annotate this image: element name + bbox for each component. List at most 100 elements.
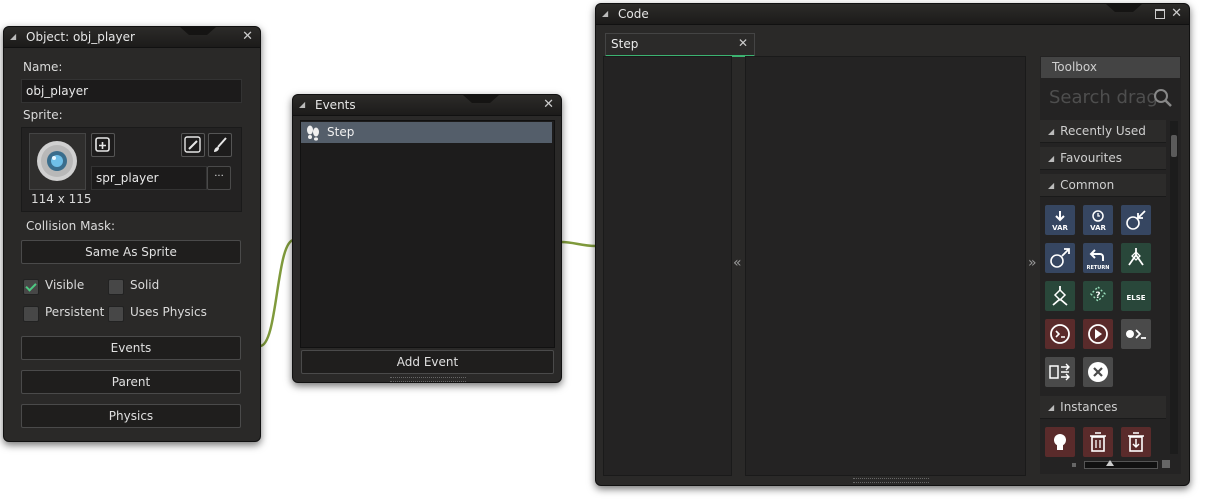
- titlebar-notch: [180, 27, 216, 35]
- return-icon[interactable]: RETURN: [1083, 243, 1113, 273]
- sprite-preview[interactable]: [29, 133, 86, 190]
- visible-checkbox[interactable]: [23, 279, 39, 295]
- instance-change-icon[interactable]: [1121, 427, 1151, 457]
- code-window-title: Code: [618, 7, 649, 21]
- persistent-label: Persistent: [45, 305, 105, 319]
- parent-button[interactable]: Parent: [21, 370, 241, 394]
- tab-step-label: Step: [611, 37, 639, 51]
- declare-var-icon[interactable]: VAR: [1045, 205, 1075, 235]
- edit-sprite-button[interactable]: [181, 133, 205, 157]
- close-icon[interactable]: ✕: [1171, 6, 1182, 21]
- tab-close-icon[interactable]: ✕: [738, 36, 748, 50]
- code-canvas[interactable]: [745, 56, 1026, 476]
- else-icon[interactable]: ELSE: [1121, 281, 1151, 311]
- if-variable-icon[interactable]: [1045, 281, 1075, 311]
- section-label: Favourites: [1060, 151, 1122, 165]
- svg-text:ELSE: ELSE: [1126, 294, 1145, 302]
- svg-text:?: ?: [1095, 291, 1100, 301]
- events-window-titlebar[interactable]: ◢ Events ✕: [293, 95, 561, 116]
- event-item-label: Step: [327, 125, 355, 139]
- instance-destroy-icon[interactable]: [1083, 427, 1113, 457]
- visible-label: Visible: [45, 278, 85, 292]
- section-recently-used[interactable]: ◢ Recently Used: [1040, 120, 1166, 143]
- uses-physics-label: Uses Physics: [130, 305, 207, 319]
- persistent-checkbox[interactable]: [23, 306, 39, 322]
- name-field[interactable]: obj_player: [21, 79, 242, 103]
- svg-text:RETURN: RETURN: [1087, 265, 1110, 271]
- section-favourites[interactable]: ◢ Favourites: [1040, 147, 1166, 170]
- sprite-browse-button[interactable]: ···: [207, 166, 231, 190]
- add-event-button[interactable]: Add Event: [301, 350, 554, 374]
- zoom-slider[interactable]: [1072, 460, 1172, 470]
- toolbox-header: Toolbox: [1041, 57, 1180, 78]
- collapse-left-icon[interactable]: «: [733, 255, 742, 271]
- get-global-icon[interactable]: [1121, 205, 1151, 235]
- section-label: Instances: [1060, 400, 1118, 414]
- brush-icon: [214, 137, 227, 152]
- event-item-step[interactable]: Step: [301, 122, 552, 143]
- code-left-panel: [603, 56, 732, 476]
- close-icon[interactable]: ✕: [242, 29, 253, 44]
- collapse-icon[interactable]: ◢: [299, 100, 305, 109]
- exit-event-icon[interactable]: [1083, 357, 1113, 387]
- sprite-name-field[interactable]: spr_player: [91, 166, 207, 190]
- expand-icon: ◢: [1048, 181, 1055, 190]
- execute-script-icon[interactable]: [1045, 319, 1075, 349]
- code-window-titlebar[interactable]: ◢ Code ✕: [596, 4, 1189, 25]
- name-label: Name:: [23, 60, 63, 74]
- new-sprite-button[interactable]: [91, 133, 115, 157]
- resize-grip[interactable]: [853, 478, 929, 483]
- sprite-label: Sprite:: [23, 108, 63, 122]
- if-branch-icon[interactable]: [1121, 243, 1151, 273]
- swap-icon[interactable]: [1045, 357, 1075, 387]
- zoom-track[interactable]: [1084, 461, 1158, 469]
- object-window-title: Object: obj_player: [26, 30, 135, 44]
- collision-mask-label: Collision Mask:: [26, 219, 116, 233]
- sprite-dimensions: 114 x 115: [31, 192, 92, 206]
- section-instances[interactable]: ◢ Instances: [1040, 396, 1166, 419]
- svg-text:VAR: VAR: [1090, 224, 1106, 232]
- search-icon: [1154, 89, 1172, 107]
- paint-sprite-button[interactable]: [208, 133, 232, 157]
- events-button[interactable]: Events: [21, 336, 241, 360]
- collapse-right-icon[interactable]: »: [1028, 255, 1037, 271]
- svg-text:VAR: VAR: [1052, 224, 1068, 232]
- toolbox-title: Toolbox: [1052, 60, 1097, 74]
- zoom-thumb[interactable]: [1106, 460, 1114, 466]
- if-expression-icon[interactable]: ?: [1083, 281, 1113, 311]
- object-window-titlebar[interactable]: ◢ Object: obj_player ✕: [4, 27, 260, 48]
- new-sprite-icon: [95, 137, 110, 152]
- toolbox-scrollbar[interactable]: [1170, 121, 1178, 454]
- collision-mask-select[interactable]: Same As Sprite: [21, 240, 241, 264]
- zoom-out-icon[interactable]: [1072, 463, 1076, 467]
- events-window-title: Events: [315, 98, 356, 112]
- titlebar-notch: [1106, 4, 1142, 12]
- events-list: [300, 120, 555, 348]
- solid-label: Solid: [130, 278, 160, 292]
- expand-icon: ◢: [1048, 403, 1055, 412]
- function-call-icon[interactable]: [1083, 319, 1113, 349]
- collapse-icon[interactable]: ◢: [602, 9, 608, 18]
- player-sprite-icon: [37, 141, 77, 181]
- titlebar-notch: [463, 95, 499, 103]
- instance-create-icon[interactable]: [1045, 427, 1075, 457]
- close-icon[interactable]: ✕: [543, 97, 554, 112]
- scrollbar-thumb[interactable]: [1171, 135, 1177, 157]
- expand-icon: ◢: [1048, 127, 1055, 136]
- zoom-in-icon[interactable]: [1162, 460, 1170, 468]
- footsteps-icon: [307, 125, 319, 141]
- set-global-icon[interactable]: [1045, 243, 1075, 273]
- maximize-icon[interactable]: [1155, 9, 1165, 19]
- tab-step[interactable]: Step ✕: [605, 33, 755, 57]
- toolbox-search[interactable]: Search drag: [1041, 82, 1176, 114]
- physics-button[interactable]: Physics: [21, 404, 241, 428]
- section-label: Common: [1060, 178, 1115, 192]
- declare-temp-var-icon[interactable]: VAR: [1083, 205, 1113, 235]
- resize-grip[interactable]: [390, 377, 466, 382]
- uses-physics-checkbox[interactable]: [108, 306, 124, 322]
- expand-icon: ◢: [1048, 154, 1055, 163]
- section-common[interactable]: ◢ Common: [1040, 174, 1166, 197]
- execute-code-icon[interactable]: [1121, 319, 1151, 349]
- collapse-icon[interactable]: ◢: [10, 32, 16, 41]
- solid-checkbox[interactable]: [108, 279, 124, 295]
